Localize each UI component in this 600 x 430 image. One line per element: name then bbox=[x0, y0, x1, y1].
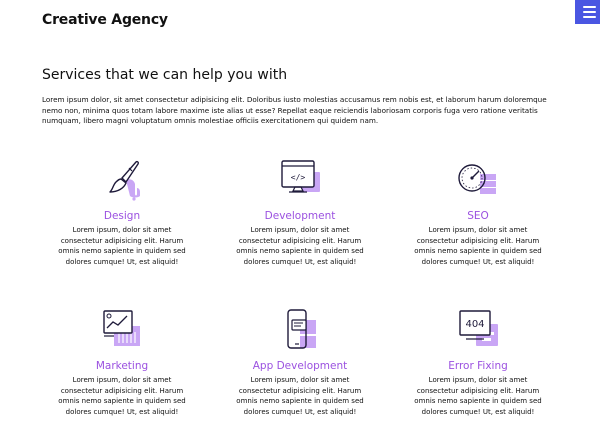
error-404-icon: 404 bbox=[459, 310, 498, 346]
service-title: Error Fixing bbox=[448, 360, 508, 372]
service-card-development: </> Development Lorem ipsum, dolor sit a… bbox=[225, 158, 375, 267]
hamburger-menu-icon-bar-3 bbox=[582, 16, 596, 18]
service-description: Lorem ipsum, dolor sit amet consectetur … bbox=[414, 226, 542, 266]
service-description: Lorem ipsum, dolor sit amet consectetur … bbox=[58, 376, 186, 416]
chart-presentation-icon bbox=[103, 310, 140, 346]
code-monitor-icon: </> bbox=[281, 160, 320, 193]
hamburger-menu-icon bbox=[582, 6, 596, 8]
service-title: SEO bbox=[467, 210, 489, 222]
service-card-app-development: App Development Lorem ipsum, dolor sit a… bbox=[225, 308, 375, 417]
mobile-app-icon bbox=[287, 309, 316, 349]
service-description: Lorem ipsum, dolor sit amet consectetur … bbox=[236, 226, 364, 266]
speedometer-icon bbox=[458, 164, 496, 194]
service-card-seo: SEO Lorem ipsum, dolor sit amet consecte… bbox=[403, 158, 553, 267]
service-description: Lorem ipsum, dolor sit amet consectetur … bbox=[58, 226, 186, 266]
error-code-text: 404 bbox=[465, 319, 484, 330]
brand-logo[interactable]: Creative Agency bbox=[42, 12, 168, 28]
intro-paragraph: Lorem ipsum dolor, sit amet consectetur … bbox=[42, 95, 547, 126]
paintbrush-icon bbox=[109, 160, 140, 201]
service-title: Development bbox=[264, 210, 336, 222]
page-title: Services that we can help you with bbox=[42, 67, 288, 83]
service-title: Marketing bbox=[95, 360, 149, 372]
service-card-error-fixing: 404 Error Fixing Lorem ipsum, dolor sit … bbox=[403, 308, 553, 417]
service-card-design: Design Lorem ipsum, dolor sit amet conse… bbox=[47, 158, 197, 267]
service-description: Lorem ipsum, dolor sit amet consectetur … bbox=[236, 376, 364, 416]
service-card-marketing: Marketing Lorem ipsum, dolor sit amet co… bbox=[47, 308, 197, 417]
service-title: Design bbox=[103, 210, 141, 222]
menu-button[interactable] bbox=[575, 0, 600, 24]
code-tag-text: </> bbox=[291, 173, 306, 182]
service-title: App Development bbox=[252, 360, 348, 372]
hamburger-menu-icon-bar-2 bbox=[582, 11, 596, 13]
service-description: Lorem ipsum, dolor sit amet consectetur … bbox=[414, 376, 542, 416]
